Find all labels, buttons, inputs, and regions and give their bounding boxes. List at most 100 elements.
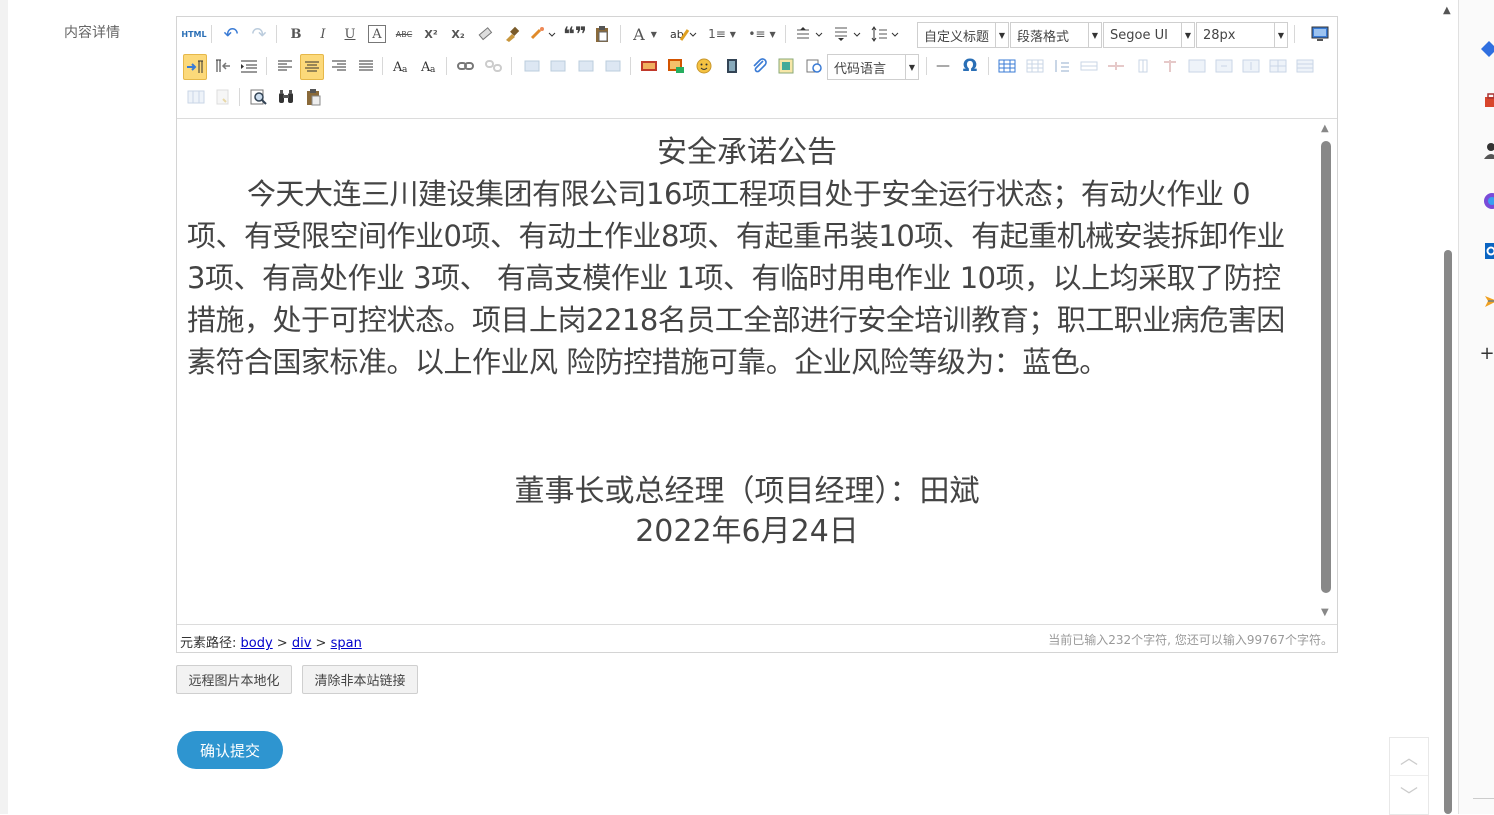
autotypeset-icon[interactable] — [528, 23, 558, 45]
scroll-bottom-chevron-icon[interactable]: ﹀ — [1390, 775, 1428, 813]
editor-content-area[interactable]: 安全承诺公告 今天大连三川建设集团有限公司16项工程项目处于安全运行状态；有动火… — [177, 119, 1315, 624]
unlink-icon[interactable] — [483, 55, 505, 77]
ltr-direction-icon[interactable] — [183, 54, 207, 80]
subscript-button[interactable]: X₂ — [447, 23, 469, 45]
add-app-icon[interactable]: + — [1479, 344, 1494, 362]
html-source-button[interactable]: HTML — [183, 23, 205, 45]
image-center-icon[interactable] — [602, 55, 624, 77]
image-left-icon[interactable] — [547, 55, 569, 77]
toolbar-separator — [620, 25, 621, 43]
merge-cells-icon[interactable] — [1186, 55, 1208, 77]
rowspacing-bottom-icon[interactable] — [831, 23, 865, 45]
justify-center-icon[interactable] — [300, 54, 324, 80]
person-app-icon[interactable] — [1479, 142, 1494, 160]
bold-button[interactable]: B — [285, 23, 307, 45]
eraser-icon[interactable] — [474, 23, 496, 45]
left-margin — [0, 0, 8, 814]
insert-frame-icon[interactable] — [775, 55, 797, 77]
page-scroll-up-icon[interactable]: ▲ — [1443, 5, 1451, 16]
clear-external-links-button[interactable]: 清除非本站链接 — [302, 665, 418, 694]
justify-left-icon[interactable] — [274, 55, 296, 77]
editor-scroll-thumb[interactable] — [1321, 141, 1331, 593]
unordered-list-button[interactable]: •≡▼ — [745, 23, 779, 45]
fullscreen-icon[interactable] — [1309, 23, 1331, 45]
outlook-app-icon[interactable] — [1479, 242, 1494, 260]
paragraph-select[interactable]: 段落格式 ▼ — [1010, 22, 1102, 48]
path-link-span[interactable]: span — [331, 636, 362, 651]
path-link-div[interactable]: div — [292, 636, 312, 651]
search-replace-icon[interactable] — [275, 86, 297, 108]
split-cells-icon[interactable] — [1267, 55, 1289, 77]
font-family-select[interactable]: Segoe UI ▼ — [1103, 22, 1195, 48]
editor-toolbar: HTML ↶ ↷ B I U A ABC X² X₂ ❝❞ A▼ ab — [177, 17, 1337, 119]
rowspacing-top-icon[interactable] — [793, 23, 827, 45]
horizontal-rule-button[interactable]: — — [932, 55, 954, 77]
paste-word-icon[interactable] — [302, 86, 324, 108]
page-scrollbar[interactable]: ▲ — [1440, 0, 1456, 814]
path-link-body[interactable]: body — [241, 636, 273, 651]
toolbar-separator — [511, 57, 512, 75]
insert-image-icon[interactable] — [665, 55, 687, 77]
justify-right-icon[interactable] — [328, 55, 350, 77]
indent-icon[interactable] — [238, 55, 260, 77]
insert-table-icon[interactable] — [996, 55, 1018, 77]
lineheight-icon[interactable] — [869, 23, 903, 45]
print-preview-icon[interactable] — [248, 86, 270, 108]
toolbar-separator — [1294, 25, 1295, 43]
touppercase-icon[interactable]: Aa — [390, 55, 412, 77]
back-to-top-widget: ︿ ﹀ — [1389, 737, 1429, 815]
image-none-icon[interactable] — [521, 55, 543, 77]
diamond-app-icon[interactable] — [1479, 40, 1494, 58]
merge-down-icon[interactable] — [1240, 55, 1262, 77]
insert-code-icon[interactable] — [803, 55, 825, 77]
emotion-icon[interactable] — [693, 55, 715, 77]
delete-table-icon[interactable] — [1024, 55, 1046, 77]
ordered-list-button[interactable]: 1≡▼ — [705, 23, 739, 45]
delete-row-icon[interactable] — [1105, 55, 1127, 77]
attachment-icon[interactable] — [749, 55, 771, 77]
page-scroll-thumb[interactable] — [1444, 250, 1452, 814]
rtl-direction-icon[interactable] — [211, 55, 233, 77]
pasteplain-icon[interactable] — [591, 23, 613, 45]
blockquote-button[interactable]: ❝❞ — [564, 23, 586, 45]
insert-paragraph-before-table-icon[interactable] — [1051, 55, 1073, 77]
split-cols-icon[interactable] — [185, 86, 207, 108]
scroll-down-arrow-icon[interactable]: ▼ — [1321, 607, 1329, 618]
undo-button[interactable]: ↶ — [220, 23, 242, 45]
chart-icon[interactable] — [212, 86, 234, 108]
simple-upload-icon[interactable] — [638, 55, 660, 77]
delete-col-icon[interactable] — [1159, 55, 1181, 77]
side-panel-divider — [1473, 798, 1494, 799]
localize-remote-images-button[interactable]: 远程图片本地化 — [176, 665, 292, 694]
superscript-button[interactable]: X² — [420, 23, 442, 45]
format-brush-icon[interactable] — [501, 23, 523, 45]
paper-plane-app-icon[interactable] — [1479, 292, 1494, 310]
confirm-submit-button[interactable]: 确认提交 — [177, 731, 283, 769]
image-right-icon[interactable] — [575, 55, 597, 77]
justify-full-icon[interactable] — [355, 55, 377, 77]
redo-button[interactable]: ↷ — [248, 23, 270, 45]
editor-scrollbar[interactable]: ▲ ▼ — [1317, 119, 1336, 624]
custom-heading-select[interactable]: 自定义标题 ▼ — [917, 22, 1009, 48]
link-icon[interactable] — [455, 55, 477, 77]
toolbox-app-icon[interactable] — [1479, 92, 1494, 110]
underline-button[interactable]: U — [339, 23, 361, 45]
insert-video-icon[interactable] — [721, 55, 743, 77]
backcolor-icon[interactable]: ab — [667, 23, 699, 45]
italic-button[interactable]: I — [312, 23, 334, 45]
fontborder-button[interactable]: A — [368, 25, 386, 43]
tolowercase-icon[interactable]: Aa — [418, 55, 440, 77]
scroll-top-chevron-icon[interactable]: ︿ — [1390, 738, 1428, 775]
merge-right-icon[interactable] — [1213, 55, 1235, 77]
insert-row-icon[interactable] — [1078, 55, 1100, 77]
copilot-app-icon[interactable] — [1479, 192, 1494, 210]
scroll-up-arrow-icon[interactable]: ▲ — [1321, 123, 1329, 134]
font-size-select[interactable]: 28px ▼ — [1196, 22, 1288, 48]
insert-col-icon[interactable] — [1132, 55, 1154, 77]
forecolor-button[interactable]: A▼ — [629, 23, 661, 45]
strikethrough-button[interactable]: ABC — [393, 23, 415, 45]
split-rows-icon[interactable] — [1294, 55, 1316, 77]
code-language-select[interactable]: 代码语言 ▼ — [827, 54, 919, 80]
special-chars-button[interactable]: Ω — [959, 55, 981, 77]
path-separator: > — [273, 636, 292, 651]
